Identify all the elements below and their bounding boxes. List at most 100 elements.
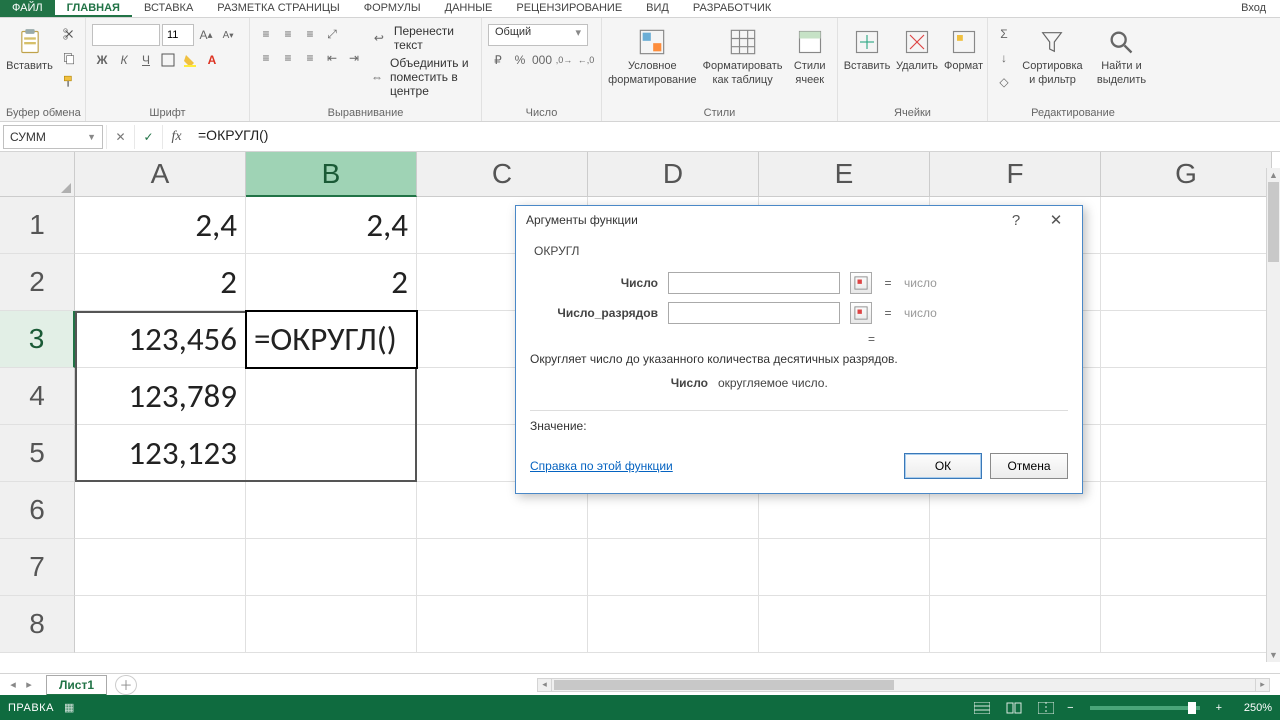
- select-all-corner[interactable]: [0, 152, 75, 197]
- align-bottom-icon[interactable]: ≡: [300, 24, 320, 44]
- hscroll-left-icon[interactable]: ◂: [538, 679, 552, 691]
- row-header-4[interactable]: 4: [0, 368, 75, 425]
- dialog-close-button[interactable]: ✕: [1036, 207, 1076, 233]
- row-header-8[interactable]: 8: [0, 596, 75, 653]
- hscroll-right-icon[interactable]: ▸: [1255, 679, 1269, 691]
- wrap-text-button[interactable]: ↩ Перенести текст: [370, 24, 475, 52]
- cell-D7[interactable]: [588, 539, 759, 596]
- arg-1-input[interactable]: [668, 302, 840, 324]
- number-format-dropdown[interactable]: Общий ▾: [488, 24, 588, 46]
- cell-G3[interactable]: [1101, 311, 1272, 368]
- sort-filter-button[interactable]: Сортировка и фильтр: [1020, 24, 1085, 94]
- col-header-E[interactable]: E: [759, 152, 930, 197]
- bold-button[interactable]: Ж: [92, 50, 112, 70]
- col-header-C[interactable]: C: [417, 152, 588, 197]
- cell-A8[interactable]: [75, 596, 246, 653]
- copy-icon[interactable]: [59, 48, 79, 68]
- name-box[interactable]: СУММ ▼: [3, 125, 103, 149]
- login-link[interactable]: Вход: [1227, 0, 1280, 17]
- cell-G5[interactable]: [1101, 425, 1272, 482]
- insert-function-button[interactable]: fx: [162, 125, 190, 149]
- tab-formulas[interactable]: ФОРМУЛЫ: [352, 0, 433, 17]
- cell-A7[interactable]: [75, 539, 246, 596]
- cell-F8[interactable]: [930, 596, 1101, 653]
- tab-home[interactable]: ГЛАВНАЯ: [55, 0, 132, 17]
- view-page-layout-icon[interactable]: [1003, 699, 1025, 717]
- cell-B1[interactable]: 2,4: [246, 197, 417, 254]
- col-header-B[interactable]: B: [246, 152, 417, 197]
- currency-icon[interactable]: ₽: [488, 50, 508, 70]
- cell-B3[interactable]: =ОКРУГЛ(): [246, 311, 417, 368]
- align-center-icon[interactable]: ≡: [278, 48, 298, 68]
- vscroll-thumb[interactable]: [1268, 182, 1279, 262]
- sheet-add-button[interactable]: ＋: [115, 675, 137, 695]
- cell-B6[interactable]: [246, 482, 417, 539]
- cell-G4[interactable]: [1101, 368, 1272, 425]
- tab-file[interactable]: ФАЙЛ: [0, 0, 55, 17]
- insert-cells-button[interactable]: Вставить: [844, 24, 890, 94]
- name-box-dropdown-icon[interactable]: ▼: [87, 132, 96, 142]
- percent-icon[interactable]: %: [510, 50, 530, 70]
- fill-icon[interactable]: ↓: [994, 48, 1014, 68]
- cell-D8[interactable]: [588, 596, 759, 653]
- cell-C7[interactable]: [417, 539, 588, 596]
- orientation-icon[interactable]: ⤢: [322, 24, 342, 44]
- dialog-help-button[interactable]: ?: [996, 207, 1036, 233]
- comma-icon[interactable]: 000: [532, 50, 552, 70]
- scroll-down-icon[interactable]: ▼: [1267, 648, 1280, 662]
- tab-review[interactable]: РЕЦЕНЗИРОВАНИЕ: [504, 0, 634, 17]
- indent-decrease-icon[interactable]: ⇤: [322, 48, 342, 68]
- increase-decimal-icon[interactable]: ,0→: [554, 50, 574, 70]
- format-painter-icon[interactable]: [59, 72, 79, 92]
- col-header-G[interactable]: G: [1101, 152, 1272, 197]
- cell-G2[interactable]: [1101, 254, 1272, 311]
- sheet-nav-last[interactable]: ▸: [22, 678, 36, 691]
- cell-A6[interactable]: [75, 482, 246, 539]
- sheet-nav-first[interactable]: ◂: [6, 678, 20, 691]
- cell-styles-button[interactable]: Стили ячеек: [789, 24, 832, 94]
- cell-B8[interactable]: [246, 596, 417, 653]
- hscroll-thumb[interactable]: [554, 680, 894, 690]
- autosum-icon[interactable]: Σ: [994, 24, 1014, 44]
- row-header-1[interactable]: 1: [0, 197, 75, 254]
- col-header-D[interactable]: D: [588, 152, 759, 197]
- sheet-tab-1[interactable]: Лист1: [46, 675, 107, 696]
- cell-C8[interactable]: [417, 596, 588, 653]
- formula-input[interactable]: =ОКРУГЛ(): [190, 125, 1280, 149]
- cell-B7[interactable]: [246, 539, 417, 596]
- format-cells-button[interactable]: Формат: [944, 24, 983, 94]
- row-header-2[interactable]: 2: [0, 254, 75, 311]
- cell-G1[interactable]: [1101, 197, 1272, 254]
- border-button[interactable]: [158, 50, 178, 70]
- font-color-button[interactable]: A: [202, 50, 222, 70]
- dialog-ok-button[interactable]: ОК: [904, 453, 982, 479]
- font-family-input[interactable]: [92, 24, 160, 46]
- align-top-icon[interactable]: ≡: [256, 24, 276, 44]
- indent-increase-icon[interactable]: ⇥: [344, 48, 364, 68]
- tab-developer[interactable]: РАЗРАБОТЧИК: [681, 0, 783, 17]
- find-select-button[interactable]: Найти и выделить: [1091, 24, 1152, 94]
- zoom-slider[interactable]: [1090, 706, 1200, 710]
- col-header-A[interactable]: A: [75, 152, 246, 197]
- arg-0-ref-button[interactable]: [850, 272, 872, 294]
- decrease-decimal-icon[interactable]: ←,0: [576, 50, 596, 70]
- decrease-font-icon[interactable]: A▾: [218, 25, 238, 45]
- cell-A2[interactable]: 2: [75, 254, 246, 311]
- align-left-icon[interactable]: ≡: [256, 48, 276, 68]
- arg-0-input[interactable]: [668, 272, 840, 294]
- tab-data[interactable]: ДАННЫЕ: [433, 0, 505, 17]
- col-header-F[interactable]: F: [930, 152, 1101, 197]
- dialog-help-link[interactable]: Справка по этой функции: [530, 459, 673, 473]
- cell-A3[interactable]: 123,456: [75, 311, 246, 368]
- view-page-break-icon[interactable]: [1035, 699, 1057, 717]
- cancel-formula-button[interactable]: ✕: [106, 125, 134, 149]
- delete-cells-button[interactable]: Удалить: [896, 24, 938, 94]
- font-size-input[interactable]: [162, 24, 194, 46]
- clear-icon[interactable]: ◇: [994, 72, 1014, 92]
- increase-font-icon[interactable]: A▴: [196, 25, 216, 45]
- cell-A1[interactable]: 2,4: [75, 197, 246, 254]
- scroll-up-icon[interactable]: ▲: [1267, 168, 1280, 182]
- row-header-7[interactable]: 7: [0, 539, 75, 596]
- zoom-in-button[interactable]: +: [1216, 702, 1222, 714]
- enter-formula-button[interactable]: ✓: [134, 125, 162, 149]
